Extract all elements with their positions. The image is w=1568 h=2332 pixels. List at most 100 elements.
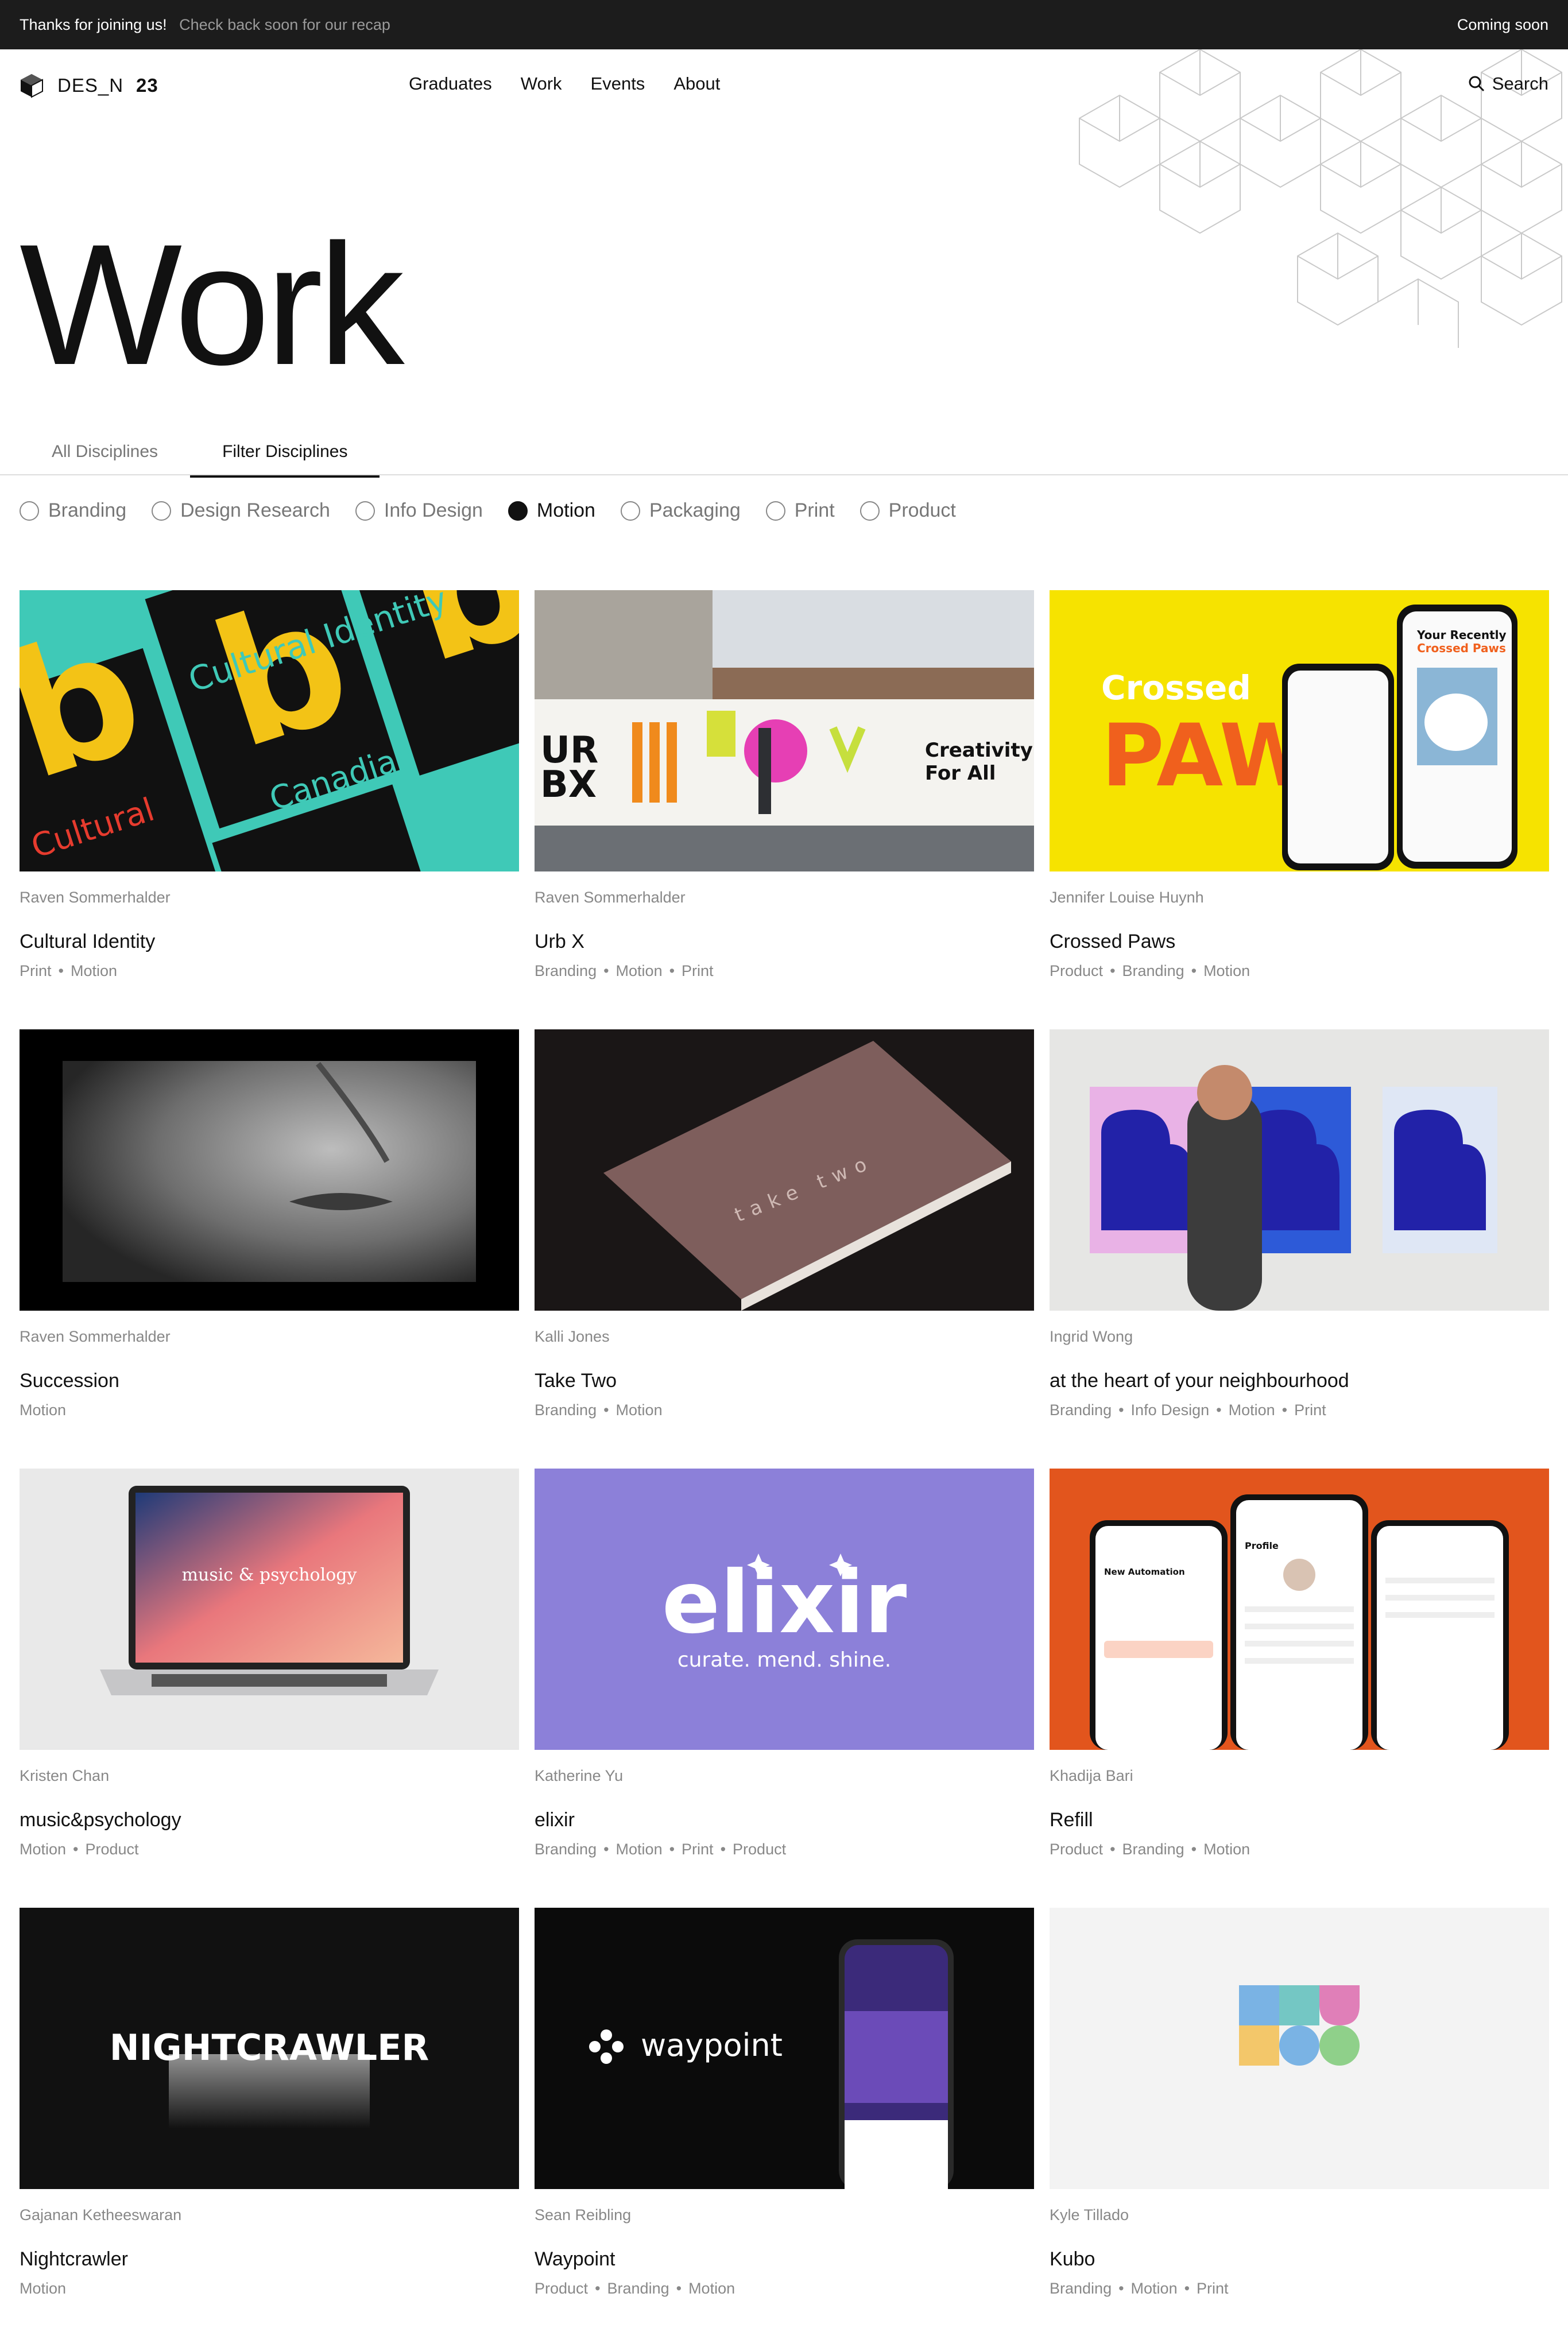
kubo-artwork: KUBO <box>1239 1985 1360 2066</box>
project-tags: Branding • Motion • Print • Product <box>535 1841 787 1858</box>
project-card[interactable]: Crossed PAWS Your Recently Crossed Paws … <box>1050 590 1549 1029</box>
project-author[interactable]: Kristen Chan <box>20 1767 519 1785</box>
project-author[interactable]: Ingrid Wong <box>1050 1328 1549 1346</box>
project-thumbnail[interactable]: Crossed PAWS Your Recently Crossed Paws <box>1050 590 1549 871</box>
filter-packaging[interactable]: Packaging <box>620 499 741 522</box>
project-card[interactable]: New Automation Profile Khadija Bari Refi… <box>1050 1469 1549 1908</box>
nav-work[interactable]: Work <box>521 73 562 94</box>
project-title[interactable]: elixir <box>535 1809 1034 1831</box>
project-title[interactable]: music&psychology <box>20 1809 519 1831</box>
project-title[interactable]: at the heart of your neighbourhood <box>1050 1370 1549 1392</box>
project-author[interactable]: Kyle Tillado <box>1050 2206 1549 2224</box>
project-title[interactable]: Nightcrawler <box>20 2248 519 2271</box>
logo-text: DES_N <box>57 75 124 96</box>
project-author[interactable]: Sean Reibling <box>535 2206 1034 2224</box>
refill-artwork: New Automation Profile <box>1090 1494 1509 1750</box>
tab-filter-disciplines[interactable]: Filter Disciplines <box>190 434 380 478</box>
project-title[interactable]: Urb X <box>535 931 1034 953</box>
search-button[interactable]: Search <box>1468 73 1548 94</box>
filter-product[interactable]: Product <box>860 499 956 522</box>
paws-title-1: Crossed <box>1101 668 1251 707</box>
project-tags: Product • Branding • Motion <box>1050 1841 1250 1858</box>
radio-icon <box>20 501 39 521</box>
project-tags: Product • Branding • Motion <box>1050 962 1250 979</box>
radio-icon <box>152 501 172 521</box>
elixir-wordmark: elixir <box>662 1553 907 1653</box>
announcement-sub: Check back soon for our recap <box>179 16 390 33</box>
project-title[interactable]: Succession <box>20 1370 519 1392</box>
project-grid: b b b Cultural Identity Cultural Canadia… <box>20 590 1549 2332</box>
project-card[interactable]: KUBO Kyle Tillado Kubo Branding•Motion•P… <box>1050 1908 1549 2332</box>
svg-text:Crossed Paws: Crossed Paws <box>1417 641 1506 655</box>
announcement-lead: Thanks for joining us! <box>20 16 167 33</box>
project-title[interactable]: Cultural Identity <box>20 931 519 953</box>
nav-events[interactable]: Events <box>591 73 645 94</box>
take-two-artwork: take two <box>603 1041 1011 1311</box>
filter-label: Design Research <box>180 499 330 521</box>
project-author[interactable]: Raven Sommerhalder <box>20 1328 519 1346</box>
nav-graduates[interactable]: Graduates <box>409 73 492 94</box>
project-thumbnail[interactable]: NIGHTCRAWLER <box>20 1908 519 2189</box>
filter-info-design[interactable]: Info Design <box>355 499 483 522</box>
project-thumbnail[interactable]: elixir curate. mend. shine. <box>535 1469 1034 1750</box>
urb-x-artwork: UR BX Creativity For All <box>535 590 1034 871</box>
project-card[interactable]: elixir curate. mend. shine. Katherine Yu… <box>535 1469 1034 1908</box>
crossed-paws-artwork: Crossed PAWS Your Recently Crossed Paws <box>1101 605 1517 870</box>
filter-print[interactable]: Print <box>765 499 835 522</box>
project-card[interactable]: UR BX Creativity For All Raven Sommerhal… <box>535 590 1034 1029</box>
filter-label: Branding <box>48 499 127 521</box>
tab-all-disciplines[interactable]: All Disciplines <box>20 434 190 478</box>
project-thumbnail[interactable]: UR BX Creativity For All <box>535 590 1034 871</box>
nightcrawler-artwork: NIGHTCRAWLER <box>110 2027 429 2129</box>
project-thumbnail[interactable]: b b b Cultural Identity Cultural Canadia… <box>20 590 519 871</box>
announcement-message: Thanks for joining us! Check back soon f… <box>20 16 390 34</box>
project-thumbnail[interactable] <box>20 1029 519 1311</box>
project-card[interactable]: Raven Sommerhalder Succession Motion <box>20 1029 519 1469</box>
project-title[interactable]: Refill <box>1050 1809 1549 1831</box>
nav-about[interactable]: About <box>673 73 720 94</box>
project-card[interactable]: music & psychology Kristen Chan music&ps… <box>20 1469 519 1908</box>
project-title[interactable]: Crossed Paws <box>1050 931 1549 953</box>
svg-text:For All: For All <box>925 762 996 785</box>
project-thumbnail[interactable]: waypoint <box>535 1908 1034 2189</box>
project-tags: Motion <box>20 2280 67 2297</box>
project-thumbnail[interactable]: music & psychology <box>20 1469 519 1750</box>
project-tags: Product • Branding • Motion <box>535 2280 735 2297</box>
radio-icon <box>355 501 375 521</box>
project-card[interactable]: Ingrid Wong at the heart of your neighbo… <box>1050 1029 1549 1469</box>
radio-icon <box>620 501 640 521</box>
filter-branding[interactable]: Branding <box>20 499 126 522</box>
music-screen-text: music & psychology <box>182 1565 357 1585</box>
filter-label: Print <box>794 499 835 521</box>
project-author[interactable]: Raven Sommerhalder <box>535 889 1034 907</box>
project-title[interactable]: Kubo <box>1050 2248 1549 2271</box>
project-thumbnail[interactable] <box>1050 1029 1549 1311</box>
project-author[interactable]: Katherine Yu <box>535 1767 1034 1785</box>
project-title[interactable]: Waypoint <box>535 2248 1034 2271</box>
site-header: DES_N 23 Graduates Work Events About Sea… <box>0 49 1568 118</box>
project-card[interactable]: take two Kalli Jones Take Two Branding • M… <box>535 1029 1034 1469</box>
project-card[interactable]: waypoint Sean Reibling Waypoint Product •… <box>535 1908 1034 2332</box>
project-author[interactable]: Jennifer Louise Huynh <box>1050 889 1549 907</box>
project-author[interactable]: Kalli Jones <box>535 1328 1034 1346</box>
project-title[interactable]: Take Two <box>535 1370 1034 1392</box>
filter-motion[interactable]: Motion <box>508 499 595 522</box>
project-thumbnail[interactable]: New Automation Profile <box>1050 1469 1549 1750</box>
project-card[interactable]: b b b Cultural Identity Cultural Canadia… <box>20 590 519 1029</box>
search-label: Search <box>1492 73 1548 94</box>
radio-checked-icon <box>508 501 528 521</box>
main-nav: Graduates Work Events About <box>409 73 720 94</box>
svg-text:Creativity: Creativity <box>925 739 1033 762</box>
filter-design-research[interactable]: Design Research <box>152 499 330 522</box>
project-author[interactable]: Khadija Bari <box>1050 1767 1549 1785</box>
filter-label: Product <box>888 499 956 521</box>
project-card[interactable]: NIGHTCRAWLER Gajanan Ketheeswaran Nightc… <box>20 1908 519 2332</box>
site-logo[interactable]: DES_N 23 <box>18 72 158 99</box>
project-author[interactable]: Raven Sommerhalder <box>20 889 519 907</box>
project-tags: Branding • Motion <box>535 1401 663 1419</box>
project-author[interactable]: Gajanan Ketheeswaran <box>20 2206 519 2224</box>
project-thumbnail[interactable]: take two <box>535 1029 1034 1311</box>
project-thumbnail[interactable]: KUBO <box>1050 1908 1549 2189</box>
tabs-divider <box>0 474 1568 475</box>
refill-profile-title: Profile <box>1245 1540 1279 1551</box>
